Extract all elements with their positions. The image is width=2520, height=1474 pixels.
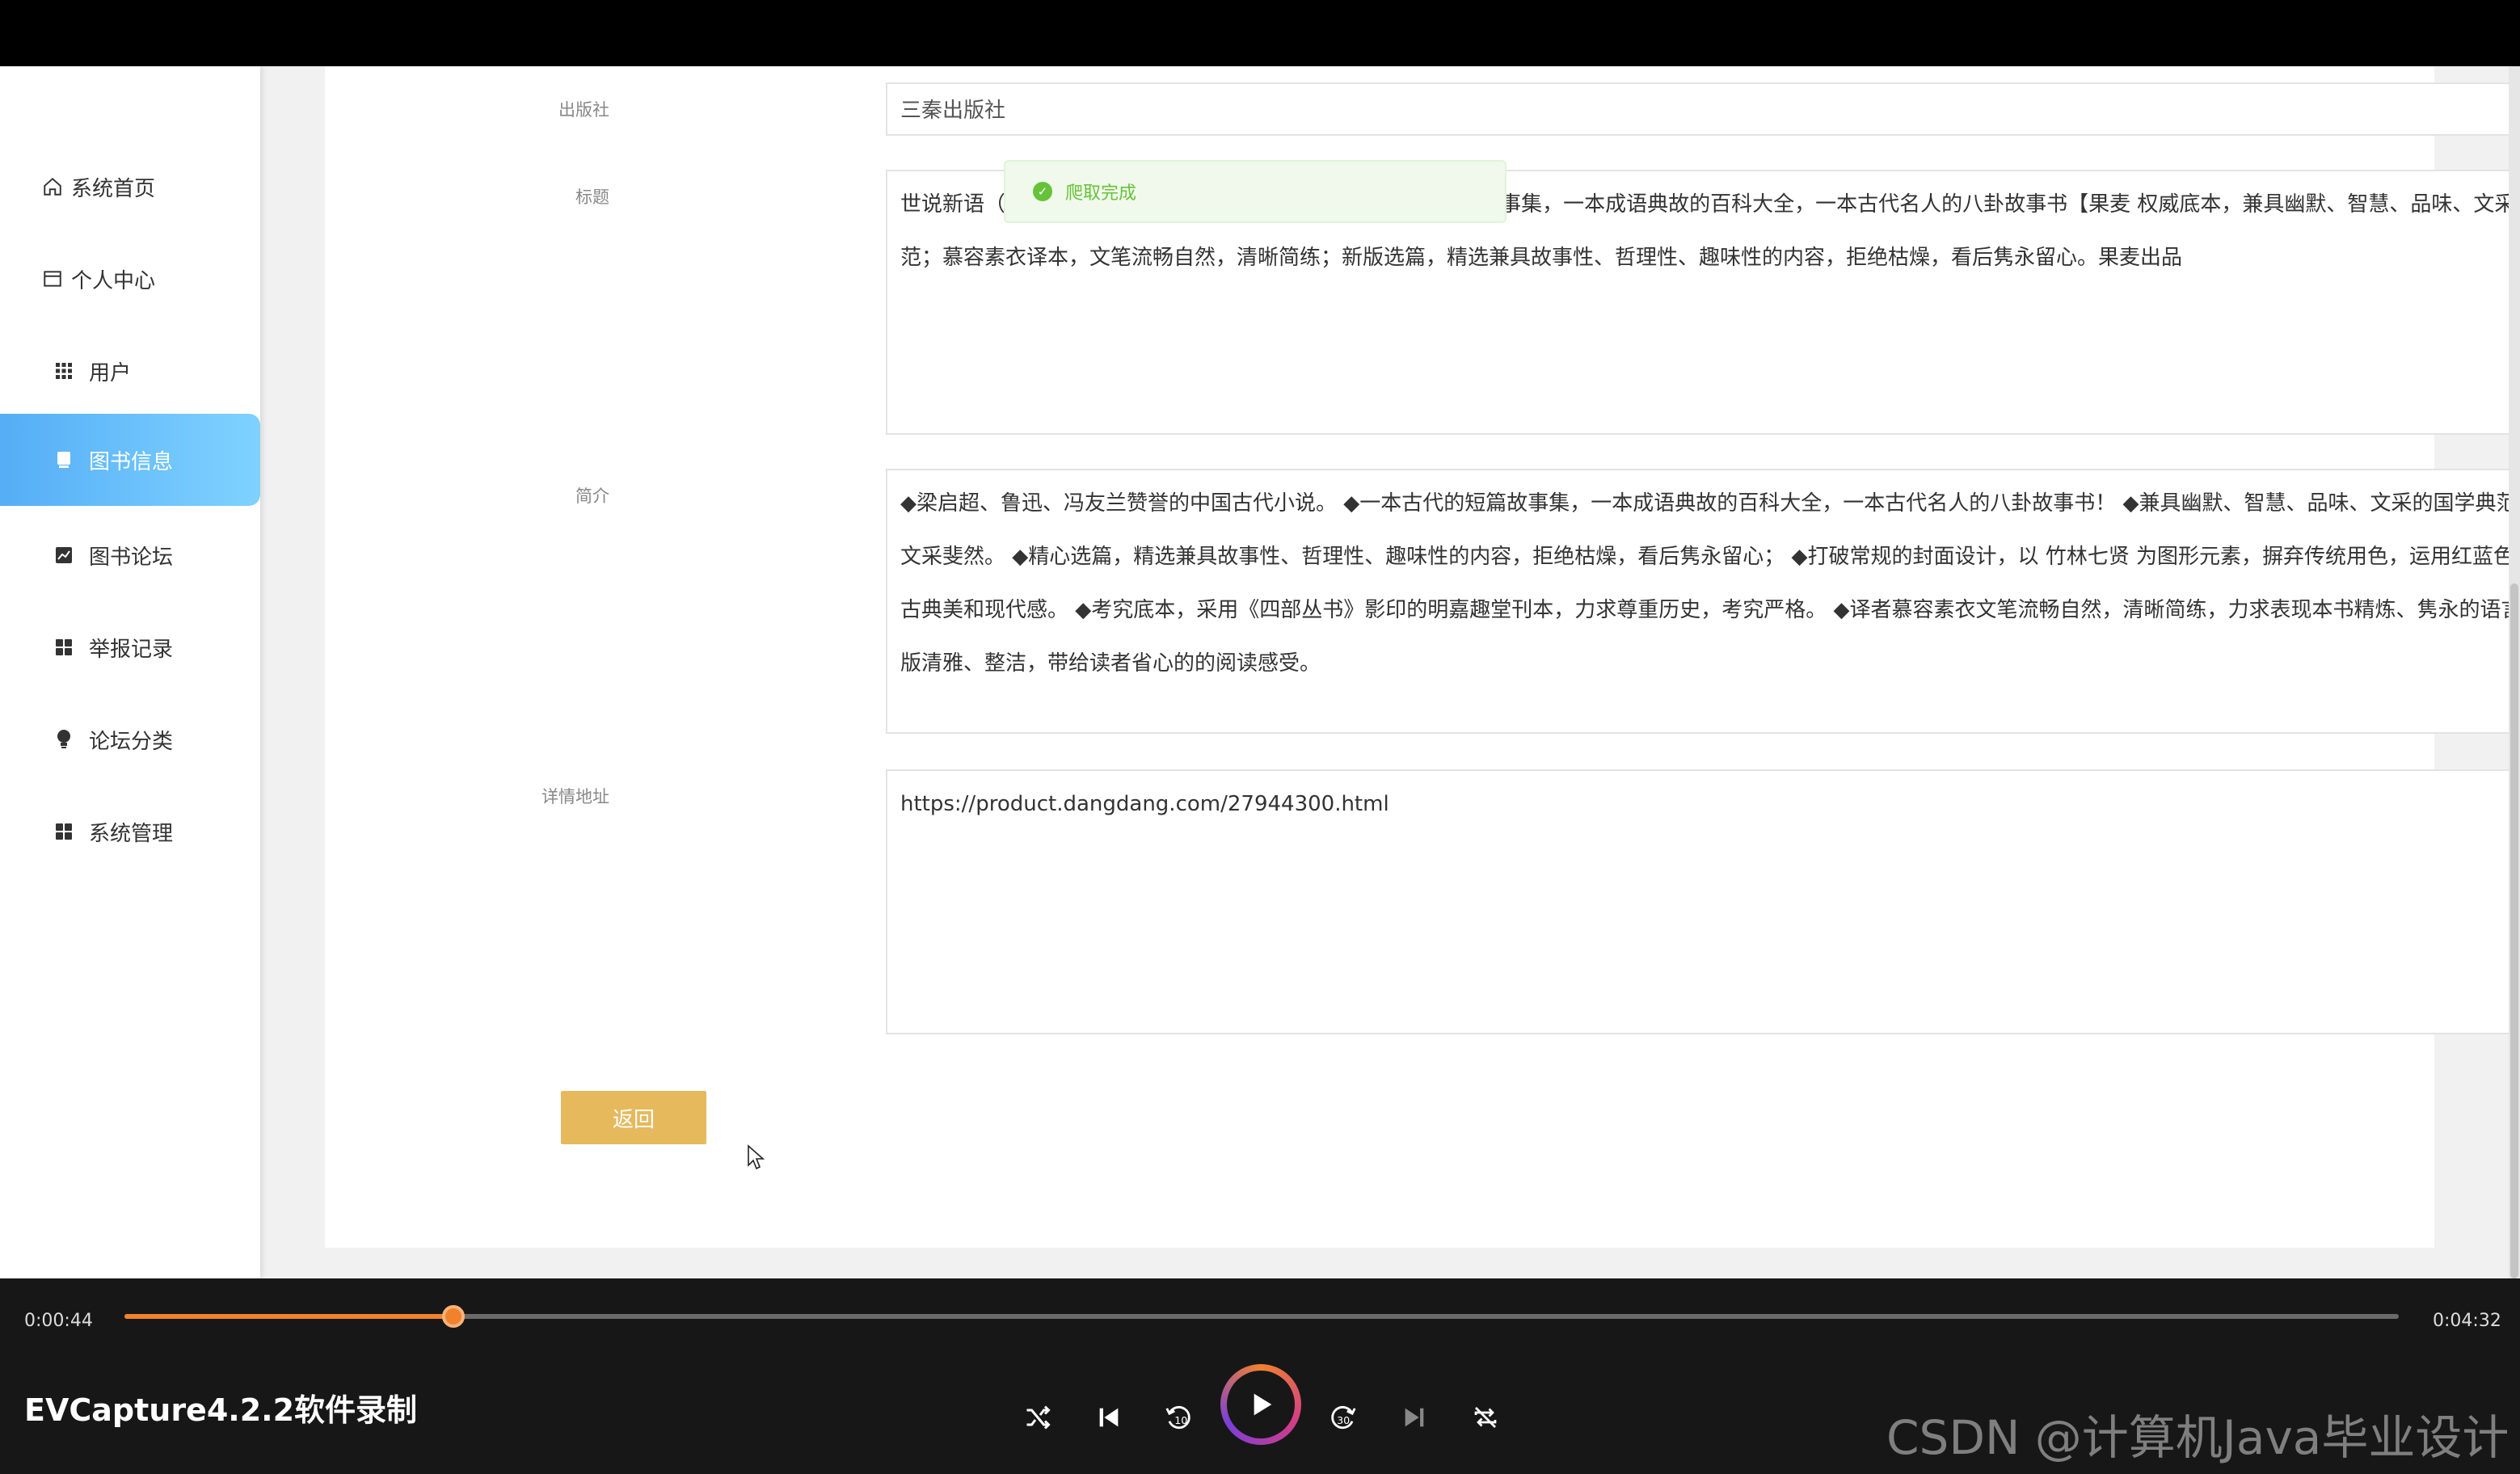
repeat-off-icon[interactable]: [1468, 1400, 1503, 1435]
sidebar-item-label: 举报记录: [89, 637, 174, 662]
detail-url-label: 详情地址: [542, 787, 609, 806]
sidebar-item-users[interactable]: 用户: [0, 325, 260, 417]
sidebar-item-label: 图书论坛: [89, 545, 174, 570]
grid-icon: [53, 360, 74, 381]
toast-message: 爬取完成: [1065, 183, 1137, 204]
detail-form-panel: 出版社 三秦出版社 标题 世说新语（2019）梁启超、鲁迅、冯友兰赞誉的中国古代…: [325, 66, 2520, 1248]
id-card-icon: [42, 268, 63, 289]
progress-knob[interactable]: [442, 1305, 465, 1328]
bulb-icon: [53, 729, 74, 750]
success-toast: ✓ 爬取完成: [1004, 160, 1507, 223]
progress-track[interactable]: [124, 1305, 2399, 1328]
svg-text:10: 10: [1174, 1414, 1187, 1426]
current-time: 0:00:44: [24, 1311, 93, 1331]
shuffle-icon[interactable]: [1020, 1400, 1056, 1435]
chart-icon: [53, 545, 74, 566]
sidebar-item-label: 个人中心: [71, 268, 156, 293]
mouse-cursor-icon: [748, 1144, 765, 1170]
sidebar-item-home[interactable]: 系统首页: [0, 141, 260, 233]
detail-url-field[interactable]: https://product.dangdang.com/27944300.ht…: [886, 769, 2520, 1034]
previous-icon[interactable]: [1091, 1400, 1127, 1435]
sidebar-item-book-forum[interactable]: 图书论坛: [0, 509, 260, 601]
title-label: 标题: [575, 187, 609, 207]
svg-text:30: 30: [1337, 1414, 1350, 1426]
rewind-10-icon[interactable]: 10: [1161, 1400, 1196, 1435]
sidebar-item-forum-category[interactable]: 论坛分类: [0, 693, 260, 785]
home-icon: [42, 176, 63, 197]
sidebar-item-book-info[interactable]: 图书信息: [0, 414, 260, 506]
sidebar-item-label: 图书信息: [89, 449, 174, 474]
page-scrollbar[interactable]: [2509, 66, 2520, 1278]
scrollbar-thumb[interactable]: [2510, 583, 2518, 1278]
check-circle-icon: ✓: [1033, 182, 1052, 201]
intro-field[interactable]: ◆梁启超、鲁迅、冯友兰赞誉的中国古代小说。 ◆一本古代的短篇故事集，一本成语典故…: [886, 469, 2520, 734]
publisher-field[interactable]: 三秦出版社: [886, 82, 2520, 136]
apps-icon: [53, 821, 74, 842]
back-button[interactable]: 返回: [561, 1091, 706, 1144]
top-black-bar: [0, 0, 2520, 66]
apps-icon: [53, 637, 74, 658]
sidebar-item-label: 用户: [89, 360, 132, 385]
sidebar-item-system-management[interactable]: 系统管理: [0, 785, 260, 878]
video-player-bar: 0:00:44 0:04:32 EVCapture4.2.2软件录制 10 30…: [0, 1278, 2520, 1474]
sidebar: 系统首页 个人中心 用户 图书信息 图书论坛 举报记录 论坛分类 系统管理: [0, 66, 260, 1278]
intro-label: 简介: [575, 486, 609, 506]
csdn-watermark: CSDN @计算机Java毕业设计: [1886, 1410, 2509, 1465]
next-icon[interactable]: [1397, 1400, 1432, 1435]
sidebar-item-label: 系统管理: [89, 821, 174, 846]
progress-fill: [124, 1314, 453, 1319]
book-icon: [53, 449, 74, 470]
total-time: 0:04:32: [2433, 1311, 2501, 1331]
sidebar-item-label: 系统首页: [71, 176, 156, 201]
sidebar-item-report-records[interactable]: 举报记录: [0, 601, 260, 693]
sidebar-item-label: 论坛分类: [89, 729, 174, 754]
publisher-label: 出版社: [558, 100, 609, 120]
play-icon: [1227, 1371, 1295, 1438]
recording-title: EVCapture4.2.2软件录制: [24, 1392, 418, 1428]
sidebar-item-personal-center[interactable]: 个人中心: [0, 233, 260, 325]
play-button[interactable]: [1220, 1364, 1301, 1445]
app-window: 系统首页 个人中心 用户 图书信息 图书论坛 举报记录 论坛分类 系统管理 出版…: [0, 66, 2520, 1278]
forward-30-icon[interactable]: 30: [1325, 1400, 1361, 1435]
